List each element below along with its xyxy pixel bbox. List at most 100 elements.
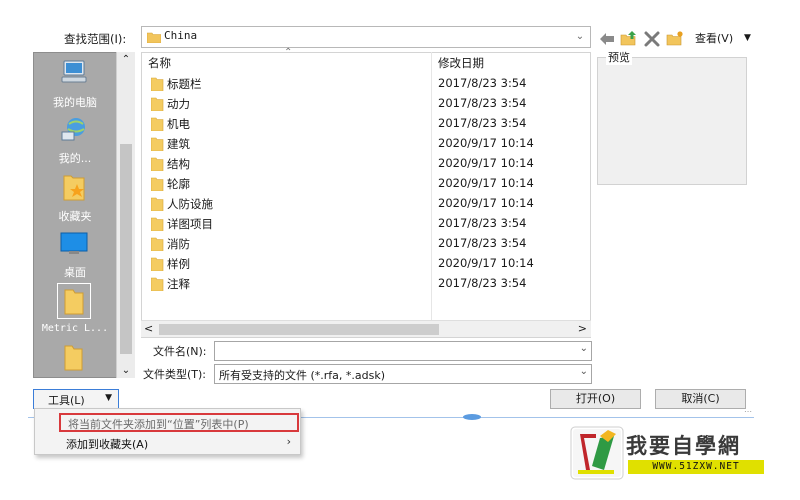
- scroll-left-icon[interactable]: <: [144, 322, 153, 335]
- desktop-icon: [60, 232, 88, 259]
- file-row[interactable]: 标题栏 2017/8/23 3:54: [148, 74, 588, 94]
- favorites-icon: [60, 172, 88, 205]
- file-name: 机电: [167, 117, 190, 131]
- back-icon[interactable]: [598, 30, 616, 48]
- folder-icon: [150, 237, 164, 254]
- folder-icon: [150, 217, 164, 234]
- file-name: 动力: [167, 97, 190, 111]
- file-name: 人防设施: [167, 197, 213, 211]
- folder-icon: [150, 197, 164, 214]
- file-date: 2017/8/23 3:54: [438, 216, 527, 230]
- folder-icon: [150, 177, 164, 194]
- file-name: 样例: [167, 257, 190, 271]
- tools-label: 工具(L): [48, 394, 85, 407]
- file-name-input[interactable]: ⌄: [214, 341, 592, 361]
- scroll-up-icon[interactable]: ⌃: [117, 54, 135, 65]
- folder-icon: [150, 257, 164, 274]
- views-button[interactable]: 查看(V): [695, 30, 733, 48]
- scrollbar-thumb[interactable]: [159, 324, 439, 335]
- file-date: 2020/9/17 10:14: [438, 156, 534, 170]
- preview-label: 预览: [606, 49, 632, 65]
- network-icon: [60, 116, 88, 147]
- scroll-right-icon[interactable]: >: [578, 322, 587, 335]
- new-folder-icon[interactable]: [666, 30, 684, 48]
- logo-url: WWW.51ZXW.NET: [628, 460, 764, 474]
- menu-item-add-to-places[interactable]: 将当前文件夹添加到“位置”列表中(P): [59, 413, 299, 432]
- sort-ascending-icon: ⌃: [284, 47, 293, 58]
- chevron-down-icon[interactable]: ⌄: [572, 29, 588, 45]
- folder-icon: [150, 97, 164, 114]
- file-date: 2020/9/17 10:14: [438, 176, 534, 190]
- file-type-select[interactable]: 所有受支持的文件 (*.rfa, *.adsk) ⌄: [214, 364, 592, 384]
- submenu-arrow-icon: ›: [286, 435, 291, 448]
- file-row[interactable]: 注释 2017/8/23 3:54: [148, 274, 588, 294]
- place-label: 我的...: [58, 152, 92, 165]
- file-name: 消防: [167, 237, 190, 251]
- place-label: 收藏夹: [58, 210, 92, 223]
- caret-down-icon: ▼: [105, 393, 112, 403]
- place-label: 桌面: [64, 266, 86, 279]
- file-row[interactable]: 消防 2017/8/23 3:54: [148, 234, 588, 254]
- file-date: 2020/9/17 10:14: [438, 256, 534, 270]
- file-name-label: 文件名(N):: [153, 345, 207, 358]
- file-date: 2017/8/23 3:54: [438, 76, 527, 90]
- file-date: 2017/8/23 3:54: [438, 236, 527, 250]
- preview-panel: [597, 57, 747, 185]
- file-name: 标题栏: [167, 77, 202, 91]
- menu-item-label: 将当前文件夹添加到“位置”列表中(P): [68, 418, 249, 431]
- place-label: Metric L...: [41, 323, 109, 334]
- folder-icon: [150, 157, 164, 174]
- places-scrollbar[interactable]: ⌃ ⌄: [116, 52, 135, 378]
- delete-icon[interactable]: [643, 30, 661, 48]
- separator-highlight: [463, 414, 481, 420]
- logo-emblem-icon: [570, 426, 624, 483]
- folder-icon: [146, 31, 162, 46]
- chevron-down-icon[interactable]: ⌄: [580, 343, 588, 354]
- menu-item-add-to-favorites[interactable]: 添加到收藏夹(A) ›: [59, 434, 299, 453]
- look-in-label: 查找范围(I):: [64, 32, 127, 46]
- file-row[interactable]: 建筑 2020/9/17 10:14: [148, 134, 588, 154]
- file-row[interactable]: 样例 2020/9/17 10:14: [148, 254, 588, 274]
- file-row[interactable]: 动力 2017/8/23 3:54: [148, 94, 588, 114]
- file-name: 建筑: [167, 137, 190, 151]
- file-name: 注释: [167, 277, 190, 291]
- watermark-logo: 我要自學網 WWW.51ZXW.NET: [570, 426, 766, 482]
- resize-grip-icon[interactable]: ⋯: [744, 407, 752, 416]
- tools-menu: 将当前文件夹添加到“位置”列表中(P) 添加到收藏夹(A) ›: [34, 408, 301, 455]
- computer-icon: [60, 58, 88, 89]
- scroll-down-icon[interactable]: ⌄: [117, 365, 135, 376]
- logo-title: 我要自學網: [626, 434, 741, 458]
- file-name: 结构: [167, 157, 190, 171]
- column-header-name[interactable]: 名称: [148, 54, 171, 72]
- tools-button[interactable]: 工具(L) ▼: [33, 389, 119, 409]
- cancel-button[interactable]: 取消(C): [655, 389, 746, 409]
- folder-icon: [150, 277, 164, 294]
- file-type-label: 文件类型(T):: [143, 368, 207, 381]
- file-name: 详图项目: [167, 217, 213, 231]
- file-date: 2017/8/23 3:54: [438, 96, 527, 110]
- caret-down-icon[interactable]: ▼: [744, 33, 751, 43]
- look-in-combo[interactable]: China ⌄: [141, 26, 591, 48]
- file-row[interactable]: 机电 2017/8/23 3:54: [148, 114, 588, 134]
- column-header-modified[interactable]: 修改日期: [438, 54, 484, 72]
- look-in-value: China: [164, 29, 198, 42]
- up-folder-icon[interactable]: [620, 30, 638, 48]
- file-row[interactable]: 轮廓 2020/9/17 10:14: [148, 174, 588, 194]
- file-type-value: 所有受支持的文件 (*.rfa, *.adsk): [219, 369, 386, 382]
- file-row[interactable]: 详图项目 2017/8/23 3:54: [148, 214, 588, 234]
- file-date: 2017/8/23 3:54: [438, 116, 527, 130]
- place-label: 我的电脑: [53, 96, 97, 109]
- scrollbar-thumb[interactable]: [120, 144, 132, 354]
- file-name: 轮廓: [167, 177, 190, 191]
- folder-icon: [150, 77, 164, 94]
- open-button[interactable]: 打开(O): [550, 389, 641, 409]
- folder-icon: [60, 342, 88, 375]
- file-date: 2020/9/17 10:14: [438, 136, 534, 150]
- file-row[interactable]: 人防设施 2020/9/17 10:14: [148, 194, 588, 214]
- horizontal-scrollbar[interactable]: < >: [141, 320, 591, 337]
- file-date: 2017/8/23 3:54: [438, 276, 527, 290]
- menu-item-label: 添加到收藏夹(A): [66, 438, 149, 451]
- file-row[interactable]: 结构 2020/9/17 10:14: [148, 154, 588, 174]
- folder-icon: [150, 117, 164, 134]
- chevron-down-icon[interactable]: ⌄: [580, 366, 588, 377]
